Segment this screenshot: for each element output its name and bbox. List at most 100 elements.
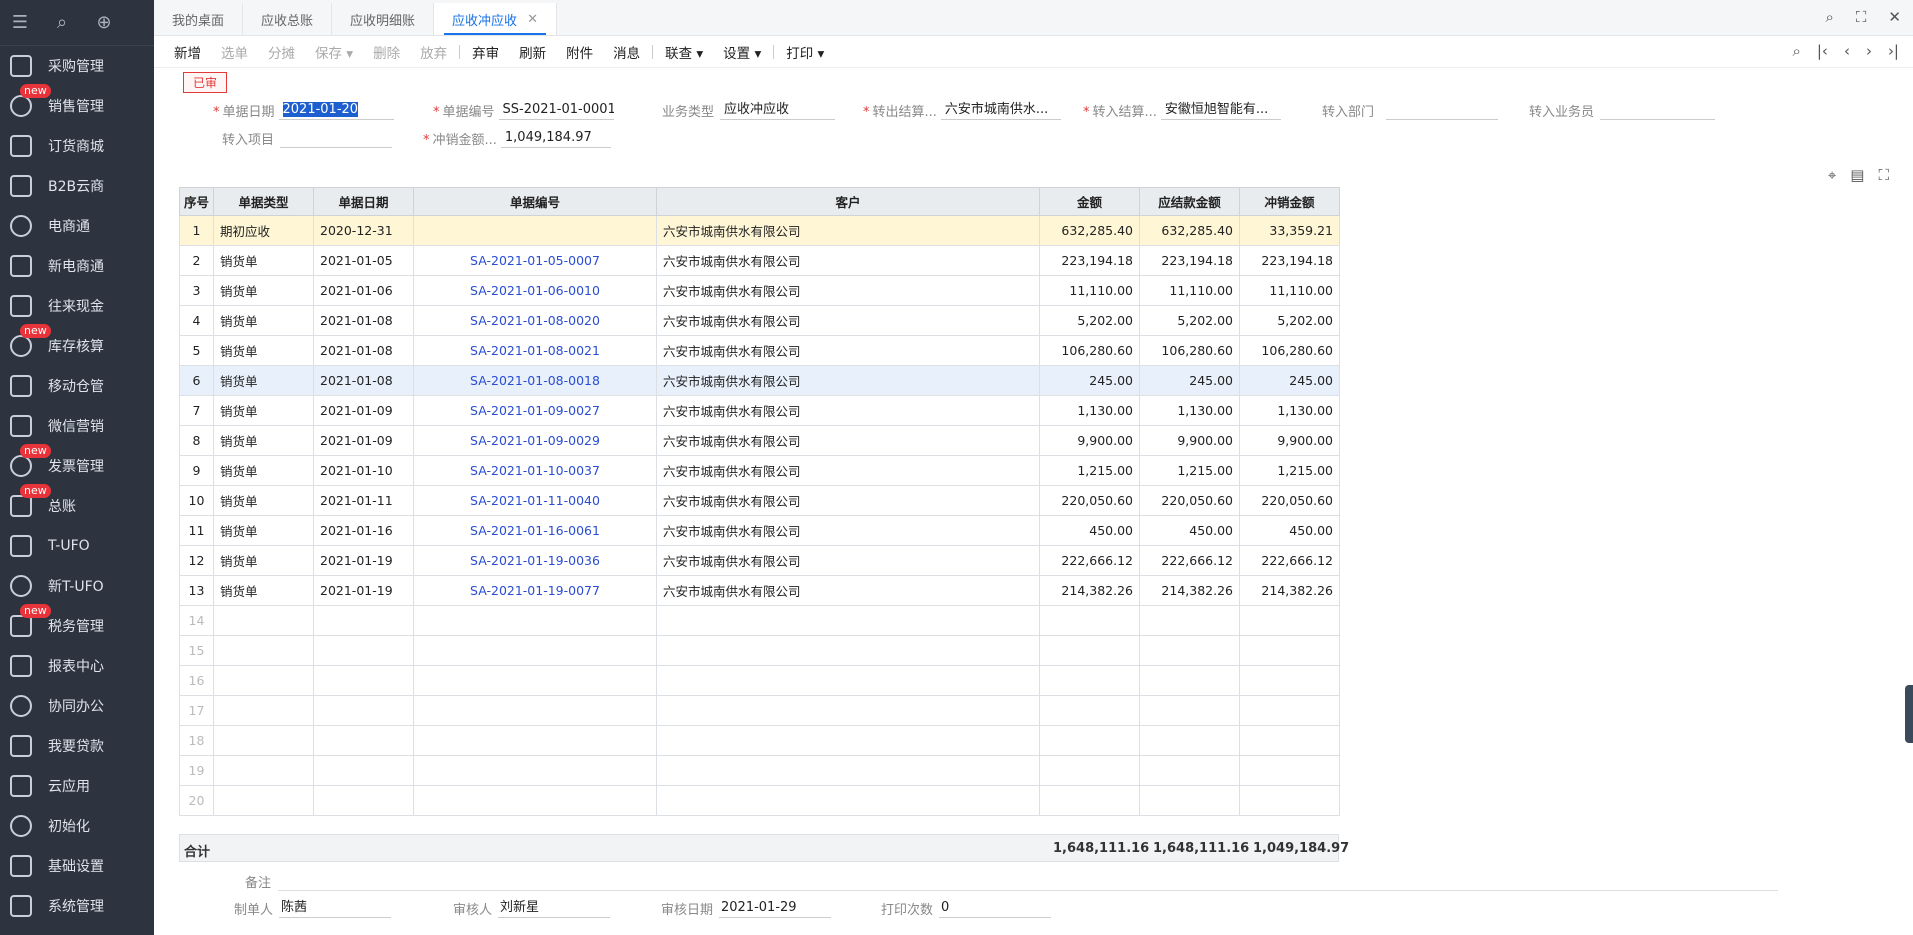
table-row[interactable]: 4 销货单 2021-01-08 SA-2021-01-08-0020 六安市城南供水有… — [179, 305, 1340, 336]
toolbar-button[interactable]: 打印 ▾ — [776, 42, 834, 62]
table-row[interactable]: 13 销货单 2021-01-19 SA-2021-01-19-0077 六安市城南供水… — [179, 575, 1340, 606]
tab[interactable]: 应收总账 — [243, 3, 333, 35]
toolbar-button[interactable]: 放弃 — [410, 42, 457, 62]
sidebar-item[interactable]: 电商通 — [0, 206, 154, 246]
sidebar-item[interactable]: new 销售管理 — [0, 84, 154, 126]
table-row[interactable]: 11 销货单 2021-01-16 SA-2021-01-16-0061 六安市城南供水… — [179, 515, 1340, 546]
sidebar-item[interactable]: T-UFO — [0, 526, 154, 566]
location-icon[interactable]: ⌖ — [1828, 166, 1836, 184]
table-row[interactable]: 12 销货单 2021-01-19 SA-2021-01-19-0036 六安市城南供水… — [179, 545, 1340, 576]
column-header[interactable]: 单据类型 — [213, 187, 314, 216]
sidebar-item[interactable]: new 总账 — [0, 484, 154, 526]
sidebar-item[interactable]: 初始化 — [0, 806, 154, 846]
toolbar-button[interactable]: 选单 — [211, 42, 258, 62]
cell-no[interactable]: SA-2021-01-11-0040 — [413, 485, 657, 516]
sidebar-item[interactable]: 往来现金 — [0, 286, 154, 326]
search-icon[interactable]: ⌕ — [1826, 8, 1834, 26]
search-doc-icon[interactable]: ⌕ — [52, 12, 72, 33]
column-header[interactable]: 单据编号 — [413, 187, 657, 216]
cell-no[interactable]: SA-2021-01-09-0029 — [413, 425, 657, 456]
toolbar-button[interactable]: 分摊 — [258, 42, 305, 62]
table-row-empty[interactable]: 19 — [179, 755, 1340, 786]
column-header[interactable]: 应结款金额 — [1139, 187, 1240, 216]
sidebar-item[interactable]: new 库存核算 — [0, 324, 154, 366]
toolbar-button[interactable]: 设置 ▾ — [713, 42, 771, 62]
cell-no[interactable]: SA-2021-01-19-0036 — [413, 545, 657, 576]
sidebar-item[interactable]: 云应用 — [0, 766, 154, 806]
number-value[interactable]: SS-2021-01-0001 — [498, 100, 614, 120]
sidebar-item[interactable]: new 发票管理 — [0, 444, 154, 486]
in-staff-value[interactable] — [1600, 100, 1716, 120]
close-tab-icon[interactable]: ✕ — [527, 12, 538, 27]
expand-icon[interactable]: ⛶ — [1878, 166, 1889, 184]
table-row[interactable]: 6 销货单 2021-01-08 SA-2021-01-08-0018 六安市城南供水有… — [179, 365, 1340, 396]
number-field[interactable]: * 单据编号 SS-2021-01-0001 — [433, 100, 614, 120]
out-settle-field[interactable]: * 转出结算... 六安市城南供水... — [863, 100, 1061, 120]
table-row[interactable]: 9 销货单 2021-01-10 SA-2021-01-10-0037 六安市城南供水有… — [179, 455, 1340, 486]
tab[interactable]: 我的桌面 — [154, 3, 244, 35]
tab[interactable]: 应收冲应收 ✕ — [434, 3, 557, 35]
toolbar-button[interactable]: 新增 — [164, 42, 211, 62]
sidebar-item[interactable]: 我要贷款 — [0, 726, 154, 766]
column-header[interactable]: 冲销金额 — [1239, 187, 1340, 216]
cell-no[interactable]: SA-2021-01-08-0018 — [413, 365, 657, 396]
sidebar-item[interactable]: 新电商通 — [0, 246, 154, 286]
biz-type-field[interactable]: 业务类型 应收冲应收 — [662, 100, 836, 120]
cell-no[interactable]: SA-2021-01-05-0007 — [413, 245, 657, 276]
in-settle-value[interactable]: 安徽恒旭智能有... — [1160, 100, 1281, 120]
sidebar-item[interactable]: B2B云商 — [0, 166, 154, 206]
prev-record-icon[interactable]: ‹ — [1844, 42, 1850, 60]
column-header[interactable]: 金额 — [1039, 187, 1140, 216]
first-record-icon[interactable]: |‹ — [1817, 42, 1828, 60]
tab[interactable]: 应收明细账 — [332, 3, 435, 35]
cell-no[interactable]: SA-2021-01-06-0010 — [413, 275, 657, 306]
table-row-empty[interactable]: 17 — [179, 695, 1340, 726]
cell-no[interactable]: SA-2021-01-08-0020 — [413, 305, 657, 336]
table-row[interactable]: 7 销货单 2021-01-09 SA-2021-01-09-0027 六安市城南供水有… — [179, 395, 1340, 426]
cell-no[interactable]: SA-2021-01-08-0021 — [413, 335, 657, 366]
date-field[interactable]: * 单据日期 2021-01-20 — [213, 100, 394, 120]
cell-no[interactable]: SA-2021-01-09-0027 — [413, 395, 657, 426]
toolbar-button[interactable]: 保存 ▾ — [305, 42, 363, 62]
cell-no[interactable]: SA-2021-01-10-0037 — [413, 455, 657, 486]
sidebar-item[interactable]: 协同办公 — [0, 686, 154, 726]
menu-icon[interactable]: ☰ — [10, 12, 30, 33]
cell-no[interactable]: SA-2021-01-19-0077 — [413, 575, 657, 606]
memo-field[interactable]: 备注 — [245, 872, 277, 891]
in-settle-field[interactable]: * 转入结算... 安徽恒旭智能有... — [1083, 100, 1281, 120]
table-row-empty[interactable]: 18 — [179, 725, 1340, 756]
add-doc-icon[interactable]: ⊕ — [94, 12, 114, 33]
table-row[interactable]: 5 销货单 2021-01-08 SA-2021-01-08-0021 六安市城南供水有… — [179, 335, 1340, 366]
sidebar-item[interactable]: 移动仓管 — [0, 366, 154, 406]
toolbar-button[interactable]: 联查 ▾ — [655, 42, 713, 62]
sidebar-item[interactable]: 报表中心 — [0, 646, 154, 686]
table-row-empty[interactable]: 15 — [179, 635, 1340, 666]
side-panel-handle[interactable] — [1905, 685, 1913, 743]
column-header[interactable]: 客户 — [656, 187, 1040, 216]
out-settle-value[interactable]: 六安市城南供水... — [940, 100, 1061, 120]
table-row[interactable]: 8 销货单 2021-01-09 SA-2021-01-09-0029 六安市城南供水有… — [179, 425, 1340, 456]
table-row[interactable]: 2 销货单 2021-01-05 SA-2021-01-05-0007 六安市城南供水有… — [179, 245, 1340, 276]
in-dept-value[interactable] — [1386, 100, 1499, 120]
table-row[interactable]: 1 期初应收 2020-12-31 六安市城南供水有限公司 632,285.40 632,… — [179, 215, 1340, 246]
last-record-icon[interactable]: ›| — [1888, 42, 1899, 60]
column-settings-icon[interactable]: ▤ — [1850, 166, 1864, 184]
column-header[interactable]: 序号 — [179, 187, 214, 216]
toolbar-button[interactable]: 刷新 — [509, 42, 556, 62]
memo-input[interactable] — [278, 890, 1778, 891]
column-header[interactable]: 单据日期 — [313, 187, 414, 216]
sidebar-item[interactable]: 新T-UFO — [0, 566, 154, 606]
offset-amount-value[interactable]: 1,049,184.97 — [500, 128, 611, 148]
find-icon[interactable]: ⌕ — [1792, 42, 1800, 60]
cell-no[interactable] — [413, 215, 657, 246]
table-row-empty[interactable]: 16 — [179, 665, 1340, 696]
fullscreen-icon[interactable]: ⛶ — [1856, 8, 1867, 26]
toolbar-button[interactable]: 消息 — [603, 42, 650, 62]
toolbar-button[interactable]: 删除 — [363, 42, 410, 62]
sidebar-item[interactable]: 订货商城 — [0, 126, 154, 166]
in-staff-field[interactable]: 转入业务员 — [1529, 100, 1716, 120]
table-row-empty[interactable]: 14 — [179, 605, 1340, 636]
biz-type-value[interactable]: 应收冲应收 — [720, 100, 836, 120]
offset-amount-field[interactable]: * 冲销金额... 1,049,184.97 — [423, 128, 611, 148]
close-window-icon[interactable]: ✕ — [1888, 8, 1901, 26]
